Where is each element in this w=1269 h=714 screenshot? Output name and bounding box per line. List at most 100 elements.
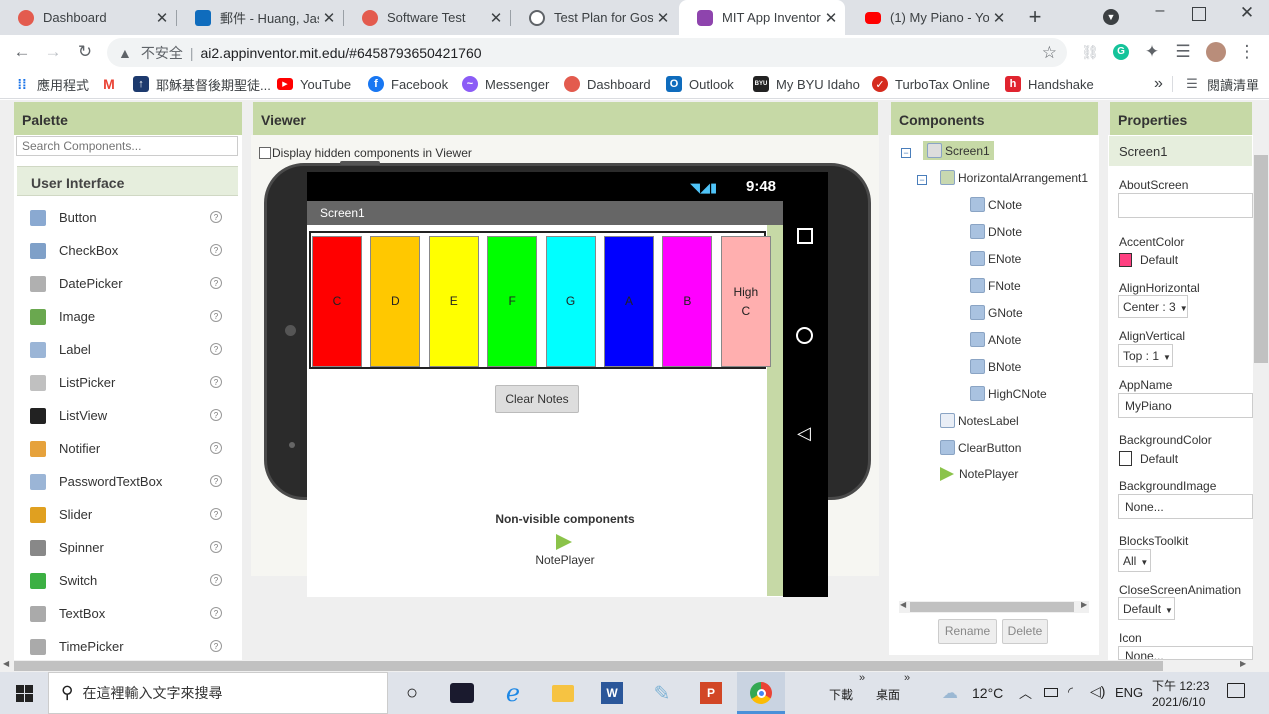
tree-node-clearbutton[interactable]: ClearButton <box>940 440 1021 455</box>
help-icon[interactable]: ? <box>210 343 222 355</box>
powerpoint-app-icon[interactable]: P <box>694 672 728 714</box>
palette-item-spinner[interactable]: Spinner? <box>17 531 238 564</box>
key-high-c[interactable]: High C <box>720 236 771 367</box>
media-control-icon[interactable]: ☰ <box>1169 35 1197 69</box>
window-close-button[interactable]: ✕ <box>1237 3 1257 31</box>
palette-search-input[interactable] <box>16 136 238 156</box>
tab-mit-app-inventor[interactable]: MIT App Inventor ✕ <box>679 0 845 35</box>
network-icon[interactable]: ◜ <box>1068 684 1073 700</box>
tree-node-gnote[interactable]: GNote <box>970 305 1023 320</box>
blocks-toolkit-select[interactable]: All ▼ <box>1118 549 1151 572</box>
grammarly-icon[interactable]: G <box>1107 35 1135 69</box>
bookmark-gmail[interactable]: M <box>101 69 124 99</box>
palette-item-button[interactable]: Button? <box>17 201 238 234</box>
help-icon[interactable]: ? <box>210 211 222 223</box>
components-hscroll[interactable]: ◀ ▶ <box>899 600 1089 613</box>
palette-item-timepicker[interactable]: TimePicker? <box>17 630 238 663</box>
language-indicator[interactable]: ENG <box>1115 685 1143 700</box>
player-icon[interactable] <box>556 534 572 550</box>
download-toolbar-label[interactable]: 下載 <box>829 686 853 703</box>
help-icon[interactable]: ? <box>210 640 222 652</box>
tree-node-screen1[interactable]: Screen1 <box>923 141 994 160</box>
home-icon[interactable] <box>796 327 813 344</box>
key-a[interactable]: A <box>604 236 654 367</box>
weather-icon[interactable]: ☁ <box>942 683 958 703</box>
help-icon[interactable]: ? <box>210 244 222 256</box>
background-color-picker[interactable]: Default <box>1119 451 1178 466</box>
tree-node-horizontalarrangement1[interactable]: HorizontalArrangement1 <box>940 170 1088 185</box>
palette-category-user-interface[interactable]: User Interface <box>17 166 238 196</box>
battery-icon[interactable] <box>1044 688 1058 697</box>
bookmark-star-icon[interactable]: ☆ <box>1042 43 1057 63</box>
palette-item-notifier[interactable]: Notifier? <box>17 432 238 465</box>
paint-app-icon[interactable]: ✎ <box>645 672 679 714</box>
zoom-app-icon[interactable] <box>445 672 479 714</box>
bookmark-messenger[interactable]: ~ Messenger <box>462 69 549 99</box>
windows-start-icon[interactable] <box>0 672 48 714</box>
bookmarks-overflow-button[interactable]: » <box>1154 69 1163 99</box>
close-icon[interactable]: ✕ <box>319 9 339 27</box>
minimize-button[interactable]: ‒ <box>1150 2 1170 30</box>
scroll-right-icon[interactable]: ▶ <box>1081 600 1087 609</box>
key-g[interactable]: G <box>545 236 596 367</box>
desktop-toolbar-label[interactable]: 桌面 <box>876 686 900 703</box>
file-explorer-icon[interactable] <box>546 672 580 714</box>
key-b[interactable]: B <box>662 236 713 367</box>
bookmark-facebook[interactable]: f Facebook <box>368 69 448 99</box>
close-icon[interactable]: ✕ <box>653 9 673 27</box>
reload-button[interactable]: ↻ <box>71 35 99 69</box>
tree-node-bnote[interactable]: BNote <box>970 359 1021 374</box>
app-name-field[interactable]: MyPiano <box>1118 393 1253 418</box>
help-icon[interactable]: ? <box>210 310 222 322</box>
tree-node-highcnote[interactable]: HighCNote <box>970 386 1047 401</box>
key-f[interactable]: F <box>487 236 538 367</box>
palette-item-datepicker[interactable]: DatePicker? <box>17 267 238 300</box>
close-screen-animation-select[interactable]: Default ▼ <box>1118 597 1175 620</box>
background-image-field[interactable]: None... <box>1118 494 1253 519</box>
close-icon[interactable]: ✕ <box>821 9 841 27</box>
taskbar-search-box[interactable]: ⚲ 在這裡輸入文字來搜尋 <box>48 672 388 714</box>
extension-link-icon[interactable]: ⛓ <box>1076 35 1104 69</box>
bookmark-apps[interactable]: ⁞⁞ 應用程式 <box>14 69 89 99</box>
browser-menu-icon[interactable]: ⋮ <box>1233 35 1261 69</box>
toolbar-expand-icon[interactable]: » <box>859 672 865 684</box>
properties-vscroll-thumb[interactable] <box>1254 155 1268 363</box>
tab-dashboard[interactable]: Dashboard ✕ <box>0 0 176 35</box>
bookmark-youtube[interactable]: ▶ YouTube <box>277 69 351 99</box>
palette-item-switch[interactable]: Switch? <box>17 564 238 597</box>
close-icon[interactable]: ✕ <box>486 9 506 27</box>
tab-software-test[interactable]: Software Test ✕ <box>344 0 510 35</box>
collapse-toggle-icon[interactable]: − <box>917 175 927 185</box>
tree-node-enote[interactable]: ENote <box>970 251 1021 266</box>
tab-test-plan[interactable]: Test Plan for Gosp ✕ <box>511 0 677 35</box>
help-icon[interactable]: ? <box>210 376 222 388</box>
palette-item-checkbox[interactable]: CheckBox? <box>17 234 238 267</box>
chrome-app-icon[interactable] <box>737 672 785 714</box>
tree-node-fnote[interactable]: FNote <box>970 278 1021 293</box>
clock-time[interactable]: 下午 12:23 <box>1152 677 1209 694</box>
noteplayer-label[interactable]: NotePlayer <box>500 553 630 567</box>
temperature-label[interactable]: 12°C <box>972 685 1003 701</box>
profile-avatar[interactable] <box>1202 35 1230 69</box>
internet-explorer-icon[interactable]: ℯ <box>496 672 530 714</box>
volume-icon[interactable]: ◁) <box>1090 683 1105 700</box>
back-nav-icon[interactable]: ◁ <box>797 423 811 444</box>
forward-button[interactable]: → <box>39 35 67 69</box>
help-icon[interactable]: ? <box>210 409 222 421</box>
components-hscroll-thumb[interactable] <box>910 602 1074 612</box>
palette-item-listview[interactable]: ListView? <box>17 399 238 432</box>
help-icon[interactable]: ? <box>210 607 222 619</box>
reading-list-button[interactable]: ☰ 閱讀清單 <box>1184 69 1259 99</box>
tree-node-noteslabel[interactable]: NotesLabel <box>940 413 1019 428</box>
clock-date[interactable]: 2021/6/10 <box>1152 695 1205 709</box>
tab-search-icon[interactable]: ▼ <box>1103 9 1119 25</box>
help-icon[interactable]: ? <box>210 277 222 289</box>
tab-outlook-mail[interactable]: 郵件 - Huang, Jaso ✕ <box>177 0 343 35</box>
clear-notes-button[interactable]: Clear Notes <box>495 385 579 413</box>
align-horizontal-select[interactable]: Center : 3 ▼ <box>1118 295 1188 318</box>
key-c[interactable]: C <box>312 236 362 367</box>
restore-button[interactable] <box>1192 7 1206 21</box>
key-e[interactable]: E <box>428 236 479 367</box>
extensions-puzzle-icon[interactable]: ✦ <box>1138 35 1166 69</box>
close-icon[interactable]: ✕ <box>989 9 1009 27</box>
